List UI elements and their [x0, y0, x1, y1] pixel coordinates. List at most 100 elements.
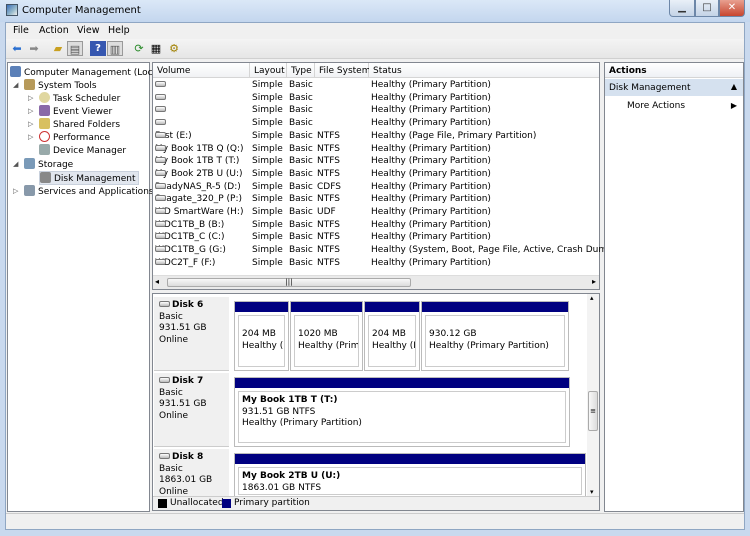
disk-title: Disk 6: [172, 300, 204, 310]
horizontal-scrollbar[interactable]: ◂ ||| ▸: [153, 275, 599, 289]
tree-item-storage[interactable]: Storage: [24, 158, 73, 170]
column-header-status[interactable]: Status: [369, 63, 599, 78]
maximize-button[interactable]: □: [695, 0, 719, 17]
legend-unallocated: Unallocated: [170, 498, 224, 508]
partition-size: 1863.01 GB NTFS: [242, 482, 322, 493]
tree-item-task-scheduler[interactable]: Task Scheduler: [39, 92, 120, 104]
volume-row[interactable]: My Book 2TB U (U:) Simple Basic NTFS Healthy…: [153, 168, 599, 181]
volume-row[interactable]: WD SmartWare (H:) Simple Basic UDF Healthy (…: [153, 206, 599, 219]
partition-size: 930.12 GB: [429, 329, 477, 339]
settings-icon[interactable]: ⚙: [166, 41, 182, 56]
properties-icon[interactable]: ▦: [148, 41, 164, 56]
tree-item-shared-folders[interactable]: Shared Folders: [39, 118, 120, 130]
status-cell: Healthy (Primary Partition): [371, 80, 491, 90]
scroll-down-arrow-icon[interactable]: ▾: [590, 488, 594, 496]
hard-drive-icon: [155, 93, 166, 100]
volume-row[interactable]: Fast (E:) Simple Basic NTFS Healthy (Page Fi…: [153, 130, 599, 143]
volume-row[interactable]: My Book 1TB Q (Q:) Simple Basic NTFS Healthy…: [153, 143, 599, 156]
minimize-button[interactable]: ▁: [669, 0, 695, 17]
type-cell: Basic: [289, 181, 313, 192]
tree-item-system-tools[interactable]: System Tools: [24, 79, 97, 91]
volume-row[interactable]: Seagate_320_P (P:) Simple Basic NTFS Healthy…: [153, 193, 599, 206]
tree-item-performance[interactable]: Performance: [39, 131, 110, 143]
volume-row[interactable]: WDC1TB_B (B:) Simple Basic NTFS Healthy (Pri…: [153, 219, 599, 232]
expand-arrow-icon[interactable]: ▷: [13, 187, 18, 195]
collapse-arrow-icon[interactable]: ◢: [13, 160, 18, 168]
vertical-scrollbar[interactable]: ▴ ≡ ▾: [587, 294, 599, 496]
partition-block[interactable]: My Book 1TB T (T:) 931.51 GB NTFS Healthy …: [234, 377, 570, 447]
show-hide-action-icon[interactable]: ▥: [107, 41, 123, 56]
tree-item-disk-management[interactable]: Disk Management: [39, 171, 140, 185]
menu-help[interactable]: Help: [108, 25, 130, 36]
tree-label: Performance: [53, 133, 111, 143]
volume-row[interactable]: Simple Basic Healthy (Primary Partition): [153, 92, 599, 105]
status-cell: Healthy (Primary Partition): [371, 92, 491, 103]
app-icon: [6, 4, 18, 16]
tree-item-computer-management[interactable]: Computer Management (Local: [10, 66, 161, 78]
collapse-up-icon[interactable]: ▲: [731, 82, 737, 91]
disk-label[interactable]: Disk 6 Basic 931.51 GB Online: [154, 297, 229, 371]
tree-label: Shared Folders: [53, 120, 121, 130]
layout-cell: Simple: [252, 92, 283, 103]
volume-row[interactable]: Simple Basic Healthy (Primary Partition): [153, 79, 599, 92]
tree-item-device-manager[interactable]: Device Manager: [39, 144, 126, 156]
forward-arrow-icon[interactable]: ➡: [26, 41, 42, 56]
up-folder-icon[interactable]: ▰: [50, 41, 66, 56]
partition-block[interactable]: 204 MBHealthy (Pr: [234, 301, 289, 371]
volume-name: WD SmartWare (H:): [155, 207, 244, 217]
column-header-file-system[interactable]: File System: [315, 63, 370, 78]
file-system-cell: NTFS: [317, 232, 340, 243]
actions-section-disk-management[interactable]: Disk Management ▲: [605, 79, 743, 96]
volume-row[interactable]: ReadyNAS_R-5 (D:) Simple Basic CDFS Healthy …: [153, 181, 599, 194]
partition-title: My Book 2TB U (U:): [242, 471, 341, 481]
partition-block[interactable]: 1020 MBHealthy (Primar: [290, 301, 363, 371]
expand-arrow-icon[interactable]: ▷: [28, 133, 33, 141]
partition-block[interactable]: 204 MBHealthy (Pr: [364, 301, 420, 371]
scroll-thumb[interactable]: ≡: [588, 391, 598, 431]
file-system-cell: NTFS: [317, 194, 340, 205]
partition-status: Healthy (Primary Partition): [429, 340, 549, 351]
more-actions-label: More Actions: [627, 101, 686, 111]
menu-action[interactable]: Action: [39, 25, 69, 36]
tree-label: Task Scheduler: [53, 94, 121, 104]
menu-view[interactable]: View: [77, 25, 100, 36]
volume-row[interactable]: Simple Basic Healthy (Primary Partition): [153, 117, 599, 130]
layout-cell: Simple: [252, 118, 283, 129]
type-cell: Basic: [289, 156, 313, 167]
status-cell: Healthy (Primary Partition): [371, 156, 491, 167]
volume-row[interactable]: WDC1TB_C (C:) Simple Basic NTFS Healthy (Pri…: [153, 231, 599, 244]
volume-row[interactable]: WDC1TB_G (G:) Simple Basic NTFS Healthy (Sys…: [153, 244, 630, 257]
type-cell: Basic: [289, 130, 313, 141]
column-header-layout[interactable]: Layout: [250, 63, 287, 78]
scroll-up-arrow-icon[interactable]: ▴: [590, 294, 594, 302]
disk-size: 931.51 GB: [159, 323, 207, 333]
tree-item-services-applications[interactable]: Services and Applications: [24, 185, 154, 197]
scroll-thumb[interactable]: |||: [167, 278, 411, 287]
scroll-right-arrow-icon[interactable]: ▸: [592, 277, 596, 286]
expand-arrow-icon[interactable]: ▷: [28, 120, 33, 128]
disk-label[interactable]: Disk 7 Basic 931.51 GB Online: [154, 373, 229, 447]
hard-drive-icon: [155, 246, 166, 253]
disk-label[interactable]: Disk 8 Basic 1863.01 GB Online: [154, 449, 229, 499]
more-actions-item[interactable]: More Actions ▶: [605, 99, 743, 114]
volume-row[interactable]: WDC2T_F (F:) Simple Basic NTFS Healthy (Prim…: [153, 257, 599, 270]
column-header-type[interactable]: Type: [287, 63, 315, 78]
collapse-arrow-icon[interactable]: ◢: [13, 81, 18, 89]
back-arrow-icon[interactable]: ⬅: [9, 41, 25, 56]
tree-label: System Tools: [38, 81, 97, 91]
expand-arrow-icon[interactable]: ▷: [28, 94, 33, 102]
volume-row[interactable]: My Book 1TB T (T:) Simple Basic NTFS Healthy…: [153, 155, 599, 168]
column-header-volume[interactable]: Volume: [153, 63, 250, 78]
volume-row[interactable]: Simple Basic Healthy (Primary Partition): [153, 104, 599, 117]
tree-item-event-viewer[interactable]: Event Viewer: [39, 105, 112, 117]
scroll-left-arrow-icon[interactable]: ◂: [155, 277, 159, 286]
help-icon[interactable]: ?: [90, 41, 106, 56]
partition-block[interactable]: 930.12 GB Healthy (Primary Partition): [421, 301, 569, 371]
close-button[interactable]: ✕: [719, 0, 745, 17]
expand-arrow-icon[interactable]: ▷: [28, 107, 33, 115]
partition-block[interactable]: My Book 2TB U (U:)1863.01 GB NTFSHealthy…: [234, 453, 586, 499]
menu-file[interactable]: File: [13, 25, 29, 36]
show-hide-tree-icon[interactable]: ▤: [67, 41, 83, 56]
cd-drive-icon: [155, 208, 166, 214]
refresh-icon[interactable]: ⟳: [131, 41, 147, 56]
